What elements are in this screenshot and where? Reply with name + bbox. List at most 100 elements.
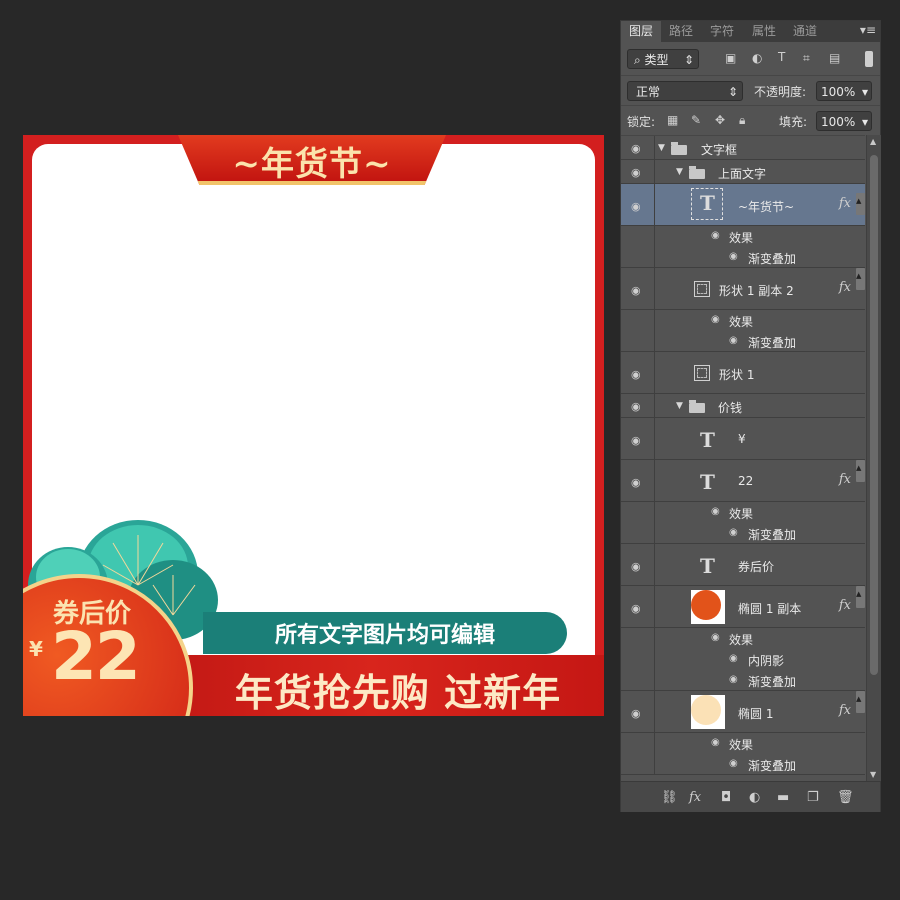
tab-channels[interactable]: 通道: [785, 21, 825, 42]
type-t-icon: T: [700, 191, 715, 215]
layer-ellipse1[interactable]: ◉ 椭圆 1 fx: [621, 691, 865, 733]
effects-toggle[interactable]: [856, 586, 865, 608]
visibility-eye-icon[interactable]: ◉: [631, 434, 645, 447]
opacity-field[interactable]: 100% ▾: [816, 81, 872, 101]
effect-gradient-overlay-row[interactable]: ◉ 渐变叠加: [621, 753, 865, 775]
lock-transparency-icon[interactable]: ▦: [667, 113, 678, 127]
visibility-eye-icon[interactable]: ◉: [631, 200, 645, 213]
expand-triangle-icon[interactable]: ▼: [658, 143, 665, 153]
visibility-eye-icon[interactable]: ◉: [711, 230, 720, 241]
visibility-eye-icon[interactable]: ◉: [631, 166, 645, 179]
chevron-down-icon[interactable]: ▾: [862, 112, 868, 132]
visibility-eye-icon[interactable]: ◉: [729, 653, 738, 664]
lock-all-icon[interactable]: 🔒︎: [739, 113, 745, 128]
visibility-eye-icon[interactable]: ◉: [729, 527, 738, 538]
layer-group-top-text[interactable]: ◉ ▼ 上面文字: [621, 160, 865, 184]
lock-label: 锁定:: [627, 115, 656, 129]
tab-layers[interactable]: 图层: [621, 21, 661, 42]
expand-triangle-icon[interactable]: ▼: [676, 167, 683, 177]
canvas-artwork[interactable]: ~年货节~ 所有文字图片均可编辑 年货抢先购 过新年 券后价 ¥ 22: [23, 135, 604, 716]
folder-icon: [689, 400, 705, 413]
effects-row[interactable]: ◉ 效果: [621, 226, 865, 246]
shape-filter-icon[interactable]: ⌗: [803, 51, 810, 66]
add-mask-icon[interactable]: ◘: [721, 790, 731, 805]
chevron-down-icon[interactable]: ▾: [862, 82, 868, 102]
effect-inner-shadow-row[interactable]: ◉ 内阴影: [621, 648, 865, 669]
layer-group-textbox[interactable]: ◉ ▼ 文字框: [621, 136, 865, 160]
effect-gradient-overlay-row[interactable]: ◉ 渐变叠加: [621, 246, 865, 268]
visibility-eye-icon[interactable]: ◉: [729, 335, 738, 346]
visibility-eye-icon[interactable]: ◉: [711, 737, 720, 748]
expand-triangle-icon[interactable]: ▼: [676, 401, 683, 411]
visibility-eye-icon[interactable]: ◉: [631, 368, 645, 381]
blend-mode-select[interactable]: 正常 ⇕: [627, 81, 743, 101]
effect-gradient-overlay-row[interactable]: ◉ 渐变叠加: [621, 522, 865, 544]
effect-gradient-overlay-row[interactable]: ◉ 渐变叠加: [621, 330, 865, 352]
visibility-eye-icon[interactable]: ◉: [729, 758, 738, 769]
layer-text-title[interactable]: ◉ T ~年货节~ fx: [621, 184, 865, 226]
add-style-button[interactable]: fx: [689, 790, 701, 805]
visibility-eye-icon[interactable]: ◉: [631, 560, 645, 573]
layer-text-coupon[interactable]: ◉ T 券后价: [621, 544, 865, 586]
visibility-eye-icon[interactable]: ◉: [729, 251, 738, 262]
effects-toggle[interactable]: [856, 193, 865, 215]
visibility-eye-icon[interactable]: ◉: [631, 400, 645, 413]
layer-group-price[interactable]: ◉ ▼ 价钱: [621, 394, 865, 418]
scroll-down-arrow-icon[interactable]: ▼: [870, 770, 876, 779]
visibility-eye-icon[interactable]: ◉: [631, 142, 645, 155]
layer-text-yen[interactable]: ◉ T ¥: [621, 418, 865, 460]
adjustment-filter-icon[interactable]: ◐: [752, 51, 762, 65]
scroll-thumb[interactable]: [870, 155, 878, 675]
select-arrows-icon: ⇕: [683, 53, 694, 67]
new-group-folder-icon[interactable]: ▬: [777, 790, 789, 805]
tab-properties[interactable]: 属性: [743, 21, 785, 42]
visibility-eye-icon[interactable]: ◉: [631, 707, 645, 720]
effects-row[interactable]: ◉ 效果: [621, 502, 865, 522]
effects-row[interactable]: ◉ 效果: [621, 733, 865, 753]
pixel-filter-icon[interactable]: ▣: [725, 51, 736, 65]
layer-list-scrollbar[interactable]: ▲ ▼: [866, 135, 881, 781]
trash-icon[interactable]: 🗑︎: [837, 790, 854, 805]
effect-gradient-overlay-row[interactable]: ◉ 渐变叠加: [621, 669, 865, 691]
visibility-eye-icon[interactable]: ◉: [711, 314, 720, 325]
new-layer-icon[interactable]: ❐: [807, 790, 819, 805]
layer-shape-copy2[interactable]: ◉ 形状 1 副本 2 fx: [621, 268, 865, 310]
eye-column: ◉: [621, 586, 655, 627]
layer-shape1[interactable]: ◉ 形状 1: [621, 352, 865, 394]
fx-icon[interactable]: fx: [839, 196, 851, 211]
smart-object-filter-icon[interactable]: ▤: [829, 51, 840, 65]
visibility-eye-icon[interactable]: ◉: [631, 284, 645, 297]
effects-toggle[interactable]: [856, 268, 865, 290]
layer-ellipse-copy[interactable]: ◉ 椭圆 1 副本 fx: [621, 586, 865, 628]
ellipse-thumbnail: [691, 590, 725, 624]
tab-character[interactable]: 字符: [701, 21, 743, 42]
fx-icon[interactable]: fx: [839, 703, 851, 718]
fx-icon[interactable]: fx: [839, 280, 851, 295]
eye-column: ◉: [621, 544, 655, 585]
effects-toggle[interactable]: [856, 691, 865, 713]
filter-kind-value: 类型: [644, 53, 669, 67]
link-layers-icon[interactable]: ⛓: [661, 790, 678, 805]
fill-field[interactable]: 100% ▾: [816, 111, 872, 131]
effects-row[interactable]: ◉ 效果: [621, 310, 865, 330]
new-adjustment-layer-icon[interactable]: ◐: [749, 790, 760, 805]
filter-toggle-switch[interactable]: [865, 51, 873, 67]
effects-row[interactable]: ◉ 效果: [621, 628, 865, 648]
visibility-eye-icon[interactable]: ◉: [729, 674, 738, 685]
fx-icon[interactable]: fx: [839, 472, 851, 487]
visibility-eye-icon[interactable]: ◉: [631, 602, 645, 615]
visibility-eye-icon[interactable]: ◉: [631, 476, 645, 489]
opacity-label: 不透明度:: [754, 85, 807, 99]
visibility-eye-icon[interactable]: ◉: [711, 632, 720, 643]
type-filter-icon[interactable]: T: [778, 50, 785, 64]
tab-paths[interactable]: 路径: [661, 21, 701, 42]
effects-toggle[interactable]: [856, 460, 865, 482]
fx-icon[interactable]: fx: [839, 598, 851, 613]
layer-text-22[interactable]: ◉ T 22 fx: [621, 460, 865, 502]
scroll-up-arrow-icon[interactable]: ▲: [870, 137, 876, 146]
filter-kind-select[interactable]: ⌕ 类型 ⇕: [627, 49, 699, 69]
lock-position-icon[interactable]: ✥: [715, 113, 725, 127]
lock-pixels-icon[interactable]: ✎: [691, 113, 701, 127]
visibility-eye-icon[interactable]: ◉: [711, 506, 720, 517]
panel-menu-icon[interactable]: ▾≡: [860, 23, 876, 37]
